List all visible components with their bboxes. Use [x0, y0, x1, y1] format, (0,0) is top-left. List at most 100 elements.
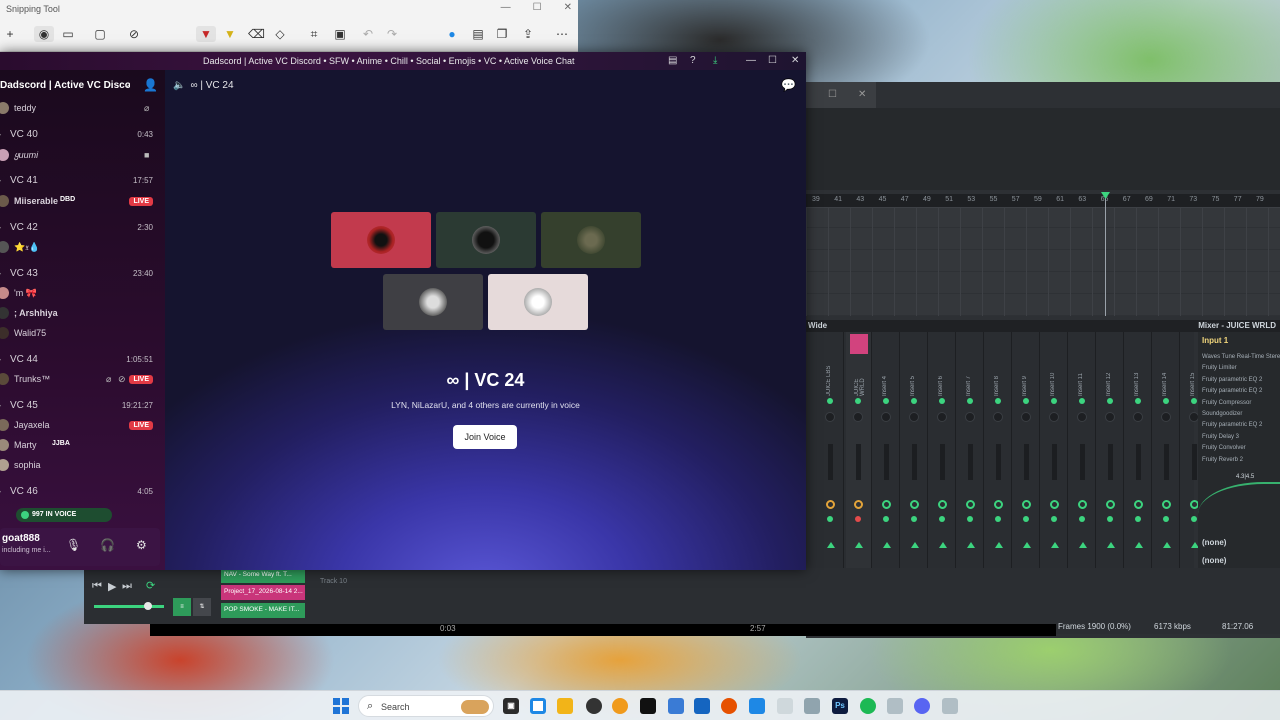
mixer-led[interactable]: [911, 398, 917, 404]
route-ring[interactable]: [854, 500, 863, 509]
mixer-led[interactable]: [1051, 398, 1057, 404]
crop-icon[interactable]: ⌗: [306, 26, 322, 42]
mixer-led[interactable]: [995, 398, 1001, 404]
route-arrow-icon[interactable]: [1051, 542, 1059, 548]
send-led[interactable]: [1163, 516, 1169, 522]
app-icon-5[interactable]: [721, 698, 737, 714]
pan-knob[interactable]: [1105, 412, 1115, 422]
seek-bar[interactable]: 0:03 2:57: [150, 624, 1056, 636]
playlist-item-3[interactable]: POP SMOKE - MAKE IT...: [221, 603, 305, 618]
route-ring[interactable]: [1134, 500, 1143, 509]
mixer-strip[interactable]: Insert 12: [1098, 332, 1124, 568]
mixer-led[interactable]: [967, 398, 973, 404]
playlist-item-2[interactable]: Project_17_2026-08-14 2...: [221, 585, 305, 600]
new-snip-button[interactable]: +: [2, 26, 18, 42]
mixer-strip[interactable]: Insert 14: [1154, 332, 1180, 568]
fx-slot[interactable]: Fruity parametric EQ 2: [1202, 375, 1280, 386]
route-ring[interactable]: [826, 500, 835, 509]
save-icon[interactable]: ▤: [470, 26, 486, 42]
snipping-tool-icon[interactable]: [942, 698, 958, 714]
video-icon[interactable]: ▭: [60, 26, 76, 42]
participant-tile[interactable]: [436, 212, 536, 268]
mixer-strip[interactable]: Insert 4: [874, 332, 900, 568]
download-icon[interactable]: ⤓: [713, 55, 717, 66]
text-actions-icon[interactable]: ▣: [332, 26, 348, 42]
mixer-led[interactable]: [939, 398, 945, 404]
task-view-icon[interactable]: ▣: [503, 698, 519, 714]
mixer-strip[interactable]: Insert 5: [902, 332, 928, 568]
taskbar-search[interactable]: ⌕ Search: [358, 695, 494, 717]
voice-member[interactable]: teddy ⌀: [0, 101, 160, 117]
app-icon-7[interactable]: [804, 698, 820, 714]
voice-member[interactable]: Jayaxela LIVE: [0, 418, 160, 434]
pan-knob[interactable]: [1049, 412, 1059, 422]
route-ring[interactable]: [966, 500, 975, 509]
app-icon-3[interactable]: [668, 698, 684, 714]
send-led[interactable]: [967, 516, 973, 522]
voice-channel[interactable]: › VC 46 4:05: [0, 484, 160, 500]
voice-channel[interactable]: › VC 40 0:43: [0, 127, 160, 143]
route-ring[interactable]: [910, 500, 919, 509]
voice-channel[interactable]: › VC 45 19:21:27: [0, 398, 160, 414]
mixer-led[interactable]: [855, 398, 861, 404]
pan-knob[interactable]: [825, 412, 835, 422]
inbox-icon[interactable]: ▤: [668, 55, 677, 66]
pan-knob[interactable]: [853, 412, 863, 422]
chat-bubble-icon[interactable]: 💬: [781, 78, 796, 92]
voice-count-pill[interactable]: 997 IN VOICE: [16, 508, 112, 522]
photoshop-icon[interactable]: Ps: [832, 698, 848, 714]
windows-start-icon[interactable]: [333, 698, 349, 714]
send-led[interactable]: [1135, 516, 1141, 522]
send-led[interactable]: [911, 516, 917, 522]
fx-slot[interactable]: Fruity Delay 3: [1202, 432, 1280, 443]
headphones-icon[interactable]: 🎧: [100, 538, 115, 552]
route-arrow-icon[interactable]: [1163, 542, 1171, 548]
send-led[interactable]: [1079, 516, 1085, 522]
maximize-icon[interactable]: ☐: [768, 55, 777, 66]
fx-slot[interactable]: Waves Tune Real-Time Stereo: [1202, 352, 1280, 363]
pen-icon[interactable]: ▼: [196, 26, 216, 42]
mixer-led[interactable]: [1163, 398, 1169, 404]
route-arrow-icon[interactable]: [967, 542, 975, 548]
mixer-strip[interactable]: Insert 10: [1042, 332, 1068, 568]
route-ring[interactable]: [1022, 500, 1031, 509]
participant-tile[interactable]: [541, 212, 641, 268]
join-voice-button[interactable]: Join Voice: [453, 425, 517, 449]
app-icon-2[interactable]: [640, 698, 656, 714]
microphone-icon[interactable]: 🎙: [66, 538, 81, 552]
participant-tile[interactable]: [383, 274, 483, 330]
voice-member[interactable]: 'm 🎀: [0, 286, 160, 302]
share-icon[interactable]: ⇪: [520, 26, 536, 42]
voice-member[interactable]: Trunks™ ⌀ ⊘ LIVE: [0, 372, 160, 388]
route-ring[interactable]: [1106, 500, 1115, 509]
close-icon[interactable]: ✕: [791, 55, 799, 66]
app-icon-8[interactable]: [887, 698, 903, 714]
voice-member[interactable]: ; Arshhiya: [0, 306, 160, 322]
fx-input-label[interactable]: Input 1: [1202, 336, 1228, 345]
undo-icon[interactable]: ↶: [360, 26, 376, 42]
mixer-strip[interactable]: Insert 13: [1126, 332, 1152, 568]
route-ring[interactable]: [994, 500, 1003, 509]
volume-fader[interactable]: [1108, 444, 1113, 480]
settings-gear-icon[interactable]: ⚙: [136, 538, 147, 552]
chevron-down-icon[interactable]: ⌄: [123, 79, 131, 90]
route-ring[interactable]: [1078, 500, 1087, 509]
volume-fader[interactable]: [828, 444, 833, 480]
voice-channel[interactable]: › VC 42 2:30: [0, 220, 160, 236]
mixer-strip[interactable]: Insert 9: [1014, 332, 1040, 568]
copy-icon[interactable]: ❐: [494, 26, 510, 42]
pan-knob[interactable]: [993, 412, 1003, 422]
mixer-led[interactable]: [1191, 398, 1197, 404]
discord-icon[interactable]: [914, 698, 930, 714]
fx-slot[interactable]: Fruity Compressor: [1202, 398, 1280, 409]
volume-fader[interactable]: [1192, 444, 1197, 480]
more-options-button[interactable]: ⋯: [554, 26, 570, 42]
pan-knob[interactable]: [1021, 412, 1031, 422]
pan-knob[interactable]: [965, 412, 975, 422]
route-arrow-icon[interactable]: [883, 542, 891, 548]
participant-tile[interactable]: [488, 274, 588, 330]
help-icon[interactable]: ?: [690, 55, 696, 66]
volume-knob[interactable]: [144, 602, 152, 610]
pan-knob[interactable]: [909, 412, 919, 422]
send-led[interactable]: [1107, 516, 1113, 522]
